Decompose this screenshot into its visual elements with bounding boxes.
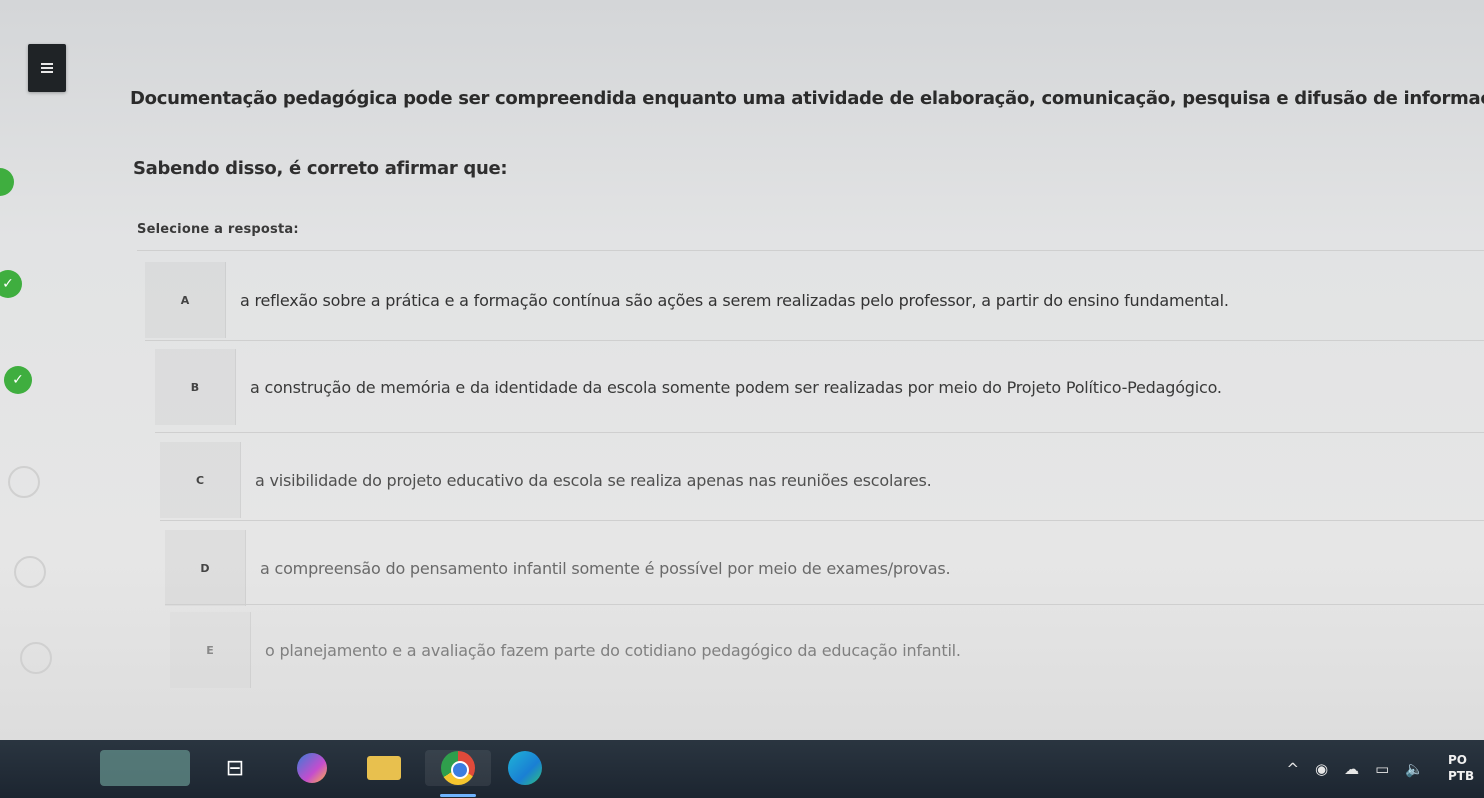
clock-line-1: PO — [1448, 753, 1467, 767]
clock-line-2: PTB — [1448, 769, 1475, 783]
meet-now-icon[interactable]: ◉ — [1315, 760, 1328, 778]
edge-button[interactable] — [505, 750, 545, 786]
question-text: Documentação pedagógica pode ser compree… — [130, 88, 1484, 109]
option-letter: A — [145, 262, 226, 338]
divider — [155, 432, 1484, 433]
taskbar: ⊟ ^ ◉ ☁ ▭ 🔈 PO PTB — [0, 740, 1484, 798]
divider — [137, 250, 1484, 251]
widgets-button[interactable] — [100, 750, 190, 786]
menu-button[interactable] — [28, 44, 66, 92]
speaker-icon[interactable]: 🔈 — [1405, 760, 1424, 778]
option-text: a compreensão do pensamento infantil som… — [260, 558, 951, 578]
answer-option-b[interactable]: B a construção de memória e da identidad… — [155, 349, 1484, 425]
option-text: o planejamento e a avaliação fazem parte… — [265, 640, 961, 660]
chrome-icon — [441, 751, 475, 785]
copilot-button[interactable] — [292, 750, 332, 786]
question-status-completed[interactable] — [0, 168, 14, 196]
answer-option-a[interactable]: A a reflexão sobre a prática e a formaçã… — [145, 262, 1484, 338]
check-circle-icon: ✓ — [12, 372, 24, 388]
copilot-icon — [297, 753, 327, 783]
chrome-button[interactable] — [425, 750, 491, 786]
option-letter: D — [165, 530, 246, 606]
question-status-completed[interactable]: ✓ — [0, 270, 22, 298]
answer-option-c[interactable]: C a visibilidade do projeto educativo da… — [160, 442, 1484, 518]
answer-option-e[interactable]: E o planejamento e a avaliação fazem par… — [170, 612, 1484, 688]
cloud-icon[interactable]: ☁ — [1344, 760, 1359, 778]
option-text: a construção de memória e da identidade … — [250, 377, 1222, 397]
option-text: a visibilidade do projeto educativo da e… — [255, 470, 932, 490]
question-status-pending[interactable] — [14, 556, 46, 588]
question-status-completed[interactable]: ✓ — [4, 366, 32, 394]
file-explorer-button[interactable] — [364, 750, 404, 786]
taskbar-clock[interactable]: PO PTB — [1448, 752, 1484, 784]
hamburger-icon — [41, 61, 53, 75]
system-tray: ^ ◉ ☁ ▭ 🔈 — [1286, 740, 1424, 798]
question-status-pending[interactable] — [8, 466, 40, 498]
task-view-button[interactable]: ⊟ — [215, 750, 255, 786]
network-icon[interactable]: ▭ — [1375, 760, 1389, 778]
folder-icon — [367, 756, 401, 780]
option-text: a reflexão sobre a prática e a formação … — [240, 290, 1229, 310]
answer-option-d[interactable]: D a compreensão do pensamento infantil s… — [165, 530, 1484, 606]
option-letter: B — [155, 349, 236, 425]
question-subtext: Sabendo disso, é correto afirmar que: — [133, 158, 508, 179]
option-letter: E — [170, 612, 251, 688]
divider — [145, 340, 1484, 341]
option-letter: C — [160, 442, 241, 518]
quiz-page: ✓ ✓ Documentação pedagógica pode ser com… — [0, 0, 1484, 740]
select-answer-label: Selecione a resposta: — [137, 222, 299, 237]
divider — [165, 604, 1484, 605]
check-circle-icon: ✓ — [2, 276, 14, 292]
task-view-icon: ⊟ — [225, 755, 245, 781]
chevron-up-icon[interactable]: ^ — [1286, 760, 1299, 778]
active-app-indicator — [440, 794, 476, 797]
divider — [160, 520, 1484, 521]
edge-icon — [508, 751, 542, 785]
question-status-pending[interactable] — [20, 642, 52, 674]
